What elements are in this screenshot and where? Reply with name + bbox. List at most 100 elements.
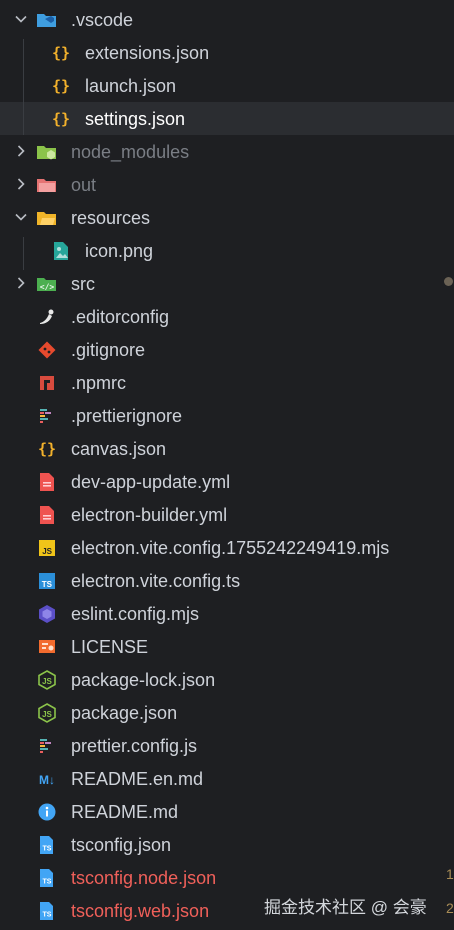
tree-folder-row[interactable]: </> src xyxy=(0,267,454,300)
tree-item-label: canvas.json xyxy=(71,439,167,459)
svg-text:JS: JS xyxy=(42,547,52,556)
svg-text:TS: TS xyxy=(43,912,52,919)
out-folder-icon xyxy=(36,174,58,196)
edge-mark: 1 xyxy=(446,866,454,882)
nodejs-icon: JS xyxy=(36,702,58,724)
chevron-right-icon[interactable] xyxy=(13,143,29,159)
prettier-icon xyxy=(36,735,58,757)
tree-folder-row[interactable]: resources xyxy=(0,201,454,234)
tree-file-row[interactable]: dev-app-update.yml xyxy=(0,465,454,498)
tree-item-label: eslint.config.mjs xyxy=(71,604,200,624)
json-braces-icon: {} xyxy=(36,438,58,460)
tree-item-label: electron.vite.config.1755242249419.mjs xyxy=(71,538,390,558)
tree-item-label: package-lock.json xyxy=(71,670,216,690)
nodejs-icon: JS xyxy=(36,669,58,691)
json-braces-icon: {} xyxy=(50,42,72,64)
javascript-icon: JS xyxy=(36,537,58,559)
tree-file-row[interactable]: icon.png xyxy=(0,234,454,267)
svg-text:{}: {} xyxy=(52,110,70,128)
vscode-folder-icon xyxy=(36,9,58,31)
tree-file-row[interactable]: TS tsconfig.json xyxy=(0,828,454,861)
tree-item-label: prettier.config.js xyxy=(71,736,198,756)
tree-item-label: README.md xyxy=(71,802,179,822)
tree-item-label: icon.png xyxy=(85,241,154,261)
tree-item-label: settings.json xyxy=(85,109,186,129)
tree-item-label: tsconfig.json xyxy=(71,835,172,855)
svg-text:M↓: M↓ xyxy=(39,773,55,787)
node-folder-icon xyxy=(36,141,58,163)
image-file-icon xyxy=(50,240,72,262)
chevron-down-icon[interactable] xyxy=(13,11,29,27)
indent-guide xyxy=(23,237,24,270)
tree-item-label: resources xyxy=(71,208,151,228)
file-explorer-tree: .vscode{} extensions.json{} launch.json{} s… xyxy=(0,3,454,927)
tree-file-row[interactable]: M↓ README.en.md xyxy=(0,762,454,795)
tsconfig-icon: TS xyxy=(36,867,58,889)
tree-file-row[interactable]: .gitignore xyxy=(0,333,454,366)
tree-item-label: README.en.md xyxy=(71,769,204,789)
tree-item-label: extensions.json xyxy=(85,43,210,63)
typescript-icon: TS xyxy=(36,570,58,592)
tree-item-label: .editorconfig xyxy=(71,307,170,327)
tree-item-label: .npmrc xyxy=(71,373,127,393)
license-icon xyxy=(36,636,58,658)
tree-file-row[interactable]: TS tsconfig.node.json xyxy=(0,861,454,894)
tree-file-row[interactable]: .editorconfig xyxy=(0,300,454,333)
tree-file-row[interactable]: {} settings.json xyxy=(0,102,454,135)
tree-item-label: dev-app-update.yml xyxy=(71,472,231,492)
tree-file-row[interactable]: README.md xyxy=(0,795,454,828)
src-folder-icon: </> xyxy=(36,273,58,295)
tree-file-row[interactable]: JS package-lock.json xyxy=(0,663,454,696)
svg-text:{}: {} xyxy=(38,440,56,458)
tree-folder-row[interactable]: .vscode xyxy=(0,3,454,36)
indent-guide xyxy=(23,39,24,135)
svg-text:TS: TS xyxy=(43,846,52,853)
tree-item-label: .vscode xyxy=(71,10,134,30)
tree-file-row[interactable]: .prettierignore xyxy=(0,399,454,432)
tree-item-label: launch.json xyxy=(85,76,177,96)
tree-file-row[interactable]: {} launch.json xyxy=(0,69,454,102)
markdown-icon: M↓ xyxy=(36,768,58,790)
editorconfig-icon xyxy=(36,306,58,328)
scrollbar-thumb[interactable] xyxy=(444,277,453,286)
tree-item-label: src xyxy=(71,274,95,294)
tree-item-label: tsconfig.node.json xyxy=(71,868,217,888)
prettier-icon xyxy=(36,405,58,427)
chevron-right-icon[interactable] xyxy=(13,176,29,192)
chevron-right-icon[interactable] xyxy=(13,275,29,291)
tree-item-label: tsconfig.web.json xyxy=(71,901,210,921)
tree-folder-row[interactable]: node_modules xyxy=(0,135,454,168)
json-braces-icon: {} xyxy=(50,108,72,130)
tree-file-row[interactable]: {} extensions.json xyxy=(0,36,454,69)
svg-text:{}: {} xyxy=(52,44,70,62)
svg-text:</>: </> xyxy=(40,283,55,292)
tree-file-row[interactable]: prettier.config.js xyxy=(0,729,454,762)
eslint-icon xyxy=(36,603,58,625)
tree-item-label: electron.vite.config.ts xyxy=(71,571,241,591)
tree-item-label: LICENSE xyxy=(71,637,149,657)
svg-text:JS: JS xyxy=(42,677,52,686)
tree-file-row[interactable]: electron-builder.yml xyxy=(0,498,454,531)
edge-mark: 2 xyxy=(446,900,454,916)
tree-item-label: .prettierignore xyxy=(71,406,183,426)
tree-item-label: .gitignore xyxy=(71,340,146,360)
tree-file-row[interactable]: eslint.config.mjs xyxy=(0,597,454,630)
tree-file-row[interactable]: TS electron.vite.config.ts xyxy=(0,564,454,597)
tree-item-label: out xyxy=(71,175,97,195)
json-braces-icon: {} xyxy=(50,75,72,97)
tree-file-row[interactable]: LICENSE xyxy=(0,630,454,663)
tree-file-row[interactable]: JS package.json xyxy=(0,696,454,729)
svg-text:TS: TS xyxy=(42,580,53,589)
svg-text:{}: {} xyxy=(52,77,70,95)
tree-folder-row[interactable]: out xyxy=(0,168,454,201)
tree-file-row[interactable]: JS electron.vite.config.1755242249419.mjs xyxy=(0,531,454,564)
svg-text:JS: JS xyxy=(42,710,52,719)
tree-file-row[interactable]: {} canvas.json xyxy=(0,432,454,465)
tree-item-label: electron-builder.yml xyxy=(71,505,228,525)
watermark: 掘金技术社区 @ 会豪 xyxy=(264,898,427,917)
resources-folder-icon xyxy=(36,207,58,229)
chevron-down-icon[interactable] xyxy=(13,209,29,225)
tree-file-row[interactable]: .npmrc xyxy=(0,366,454,399)
npm-icon xyxy=(36,372,58,394)
tree-item-label: node_modules xyxy=(71,142,190,162)
